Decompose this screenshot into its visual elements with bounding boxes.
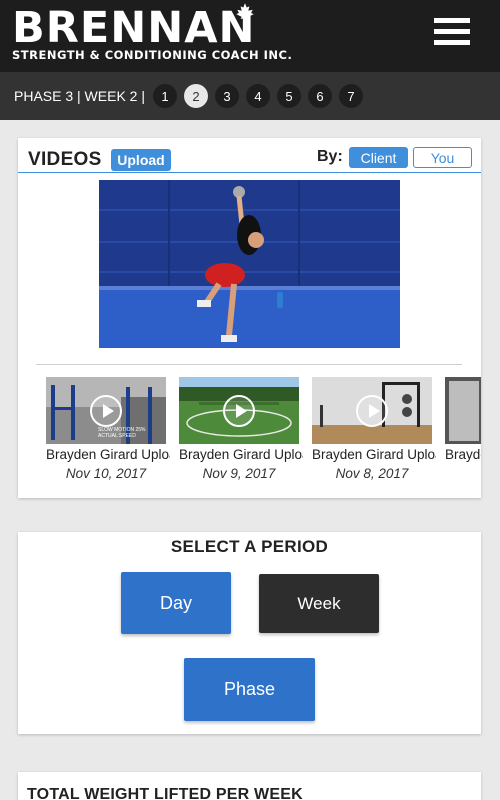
- thumbnail-image: [445, 377, 481, 444]
- main-video-frame: [99, 180, 400, 348]
- period-week-button[interactable]: Week: [259, 574, 379, 633]
- total-weight-card: TOTAL WEIGHT LIFTED PER WEEK: [18, 772, 481, 800]
- title-divider: [18, 172, 481, 173]
- thumbnail-title: Brayden Girard Upload: [312, 447, 436, 462]
- videos-title: VIDEOS: [28, 149, 102, 170]
- thumbnail-title: Brayden Girard Upload: [46, 447, 170, 462]
- video-thumbnail[interactable]: SLOW MOTION 25% ACTUAL SPEED Brayden Gir…: [46, 377, 170, 481]
- period-title: SELECT A PERIOD: [170, 537, 329, 556]
- week-3-button[interactable]: 3: [214, 84, 239, 108]
- thumbnail-date: Nov 9, 2017: [202, 466, 276, 481]
- week-5-button[interactable]: 5: [276, 84, 301, 108]
- filter-client-button[interactable]: Client: [349, 147, 408, 168]
- upload-button[interactable]: Upload: [111, 149, 171, 171]
- thumbnail-image: [312, 377, 432, 444]
- select-period-card: SELECT A PERIOD Day Week Phase: [18, 532, 481, 734]
- filter-you-button[interactable]: You: [413, 147, 472, 168]
- total-weight-title: TOTAL WEIGHT LIFTED PER WEEK: [27, 786, 303, 800]
- brand-logo[interactable]: BRENNAN STRENGTH & CONDITIONING COACH IN…: [12, 3, 293, 62]
- week-1-button[interactable]: 1: [152, 84, 177, 108]
- thumbnail-title: Brayden Girard Upload: [179, 447, 303, 462]
- play-icon[interactable]: [223, 395, 255, 427]
- videos-card: VIDEOS Upload By: Client You SLOW MOTION…: [18, 138, 481, 498]
- period-phase-button[interactable]: Phase: [184, 658, 315, 721]
- thumbnail-date: Nov 8, 2017: [335, 466, 409, 481]
- thumbnail-image: [179, 377, 299, 444]
- video-thumbnail-strip[interactable]: SLOW MOTION 25% ACTUAL SPEED Brayden Gir…: [46, 377, 481, 487]
- brand-tagline: STRENGTH & CONDITIONING COACH INC.: [12, 48, 293, 62]
- week-2-button[interactable]: 2: [183, 84, 208, 108]
- week-6-button[interactable]: 6: [307, 84, 332, 108]
- thumbnail-date: Nov 10, 2017: [65, 466, 147, 481]
- week-4-button[interactable]: 4: [245, 84, 270, 108]
- thumbnail-divider: [36, 364, 462, 365]
- maple-leaf-icon: [236, 3, 254, 23]
- video-thumbnail[interactable]: Brayden Girard Upload Nov 8, 2017: [312, 377, 436, 481]
- play-icon[interactable]: [356, 395, 388, 427]
- hamburger-menu-icon[interactable]: [434, 18, 470, 48]
- app-header: BRENNAN STRENGTH & CONDITIONING COACH IN…: [0, 0, 500, 72]
- thumbnail-title: Brayden Girard Upload: [445, 447, 481, 462]
- main-video-player[interactable]: [99, 180, 400, 348]
- period-day-button[interactable]: Day: [121, 572, 231, 634]
- phase-week-bar: PHASE 3 | WEEK 2 | 1 2 3 4 5 6 7: [0, 72, 500, 120]
- by-label: By:: [317, 148, 343, 165]
- video-thumbnail[interactable]: Brayden Girard Upload: [445, 377, 481, 466]
- week-7-button[interactable]: 7: [338, 84, 363, 108]
- video-thumbnail[interactable]: Brayden Girard Upload Nov 9, 2017: [179, 377, 303, 481]
- phase-week-label: PHASE 3 | WEEK 2 |: [14, 88, 145, 104]
- thumbnail-image: SLOW MOTION 25% ACTUAL SPEED: [46, 377, 166, 444]
- play-icon[interactable]: [90, 395, 122, 427]
- slow-motion-overlay: SLOW MOTION 25% ACTUAL SPEED: [98, 427, 146, 439]
